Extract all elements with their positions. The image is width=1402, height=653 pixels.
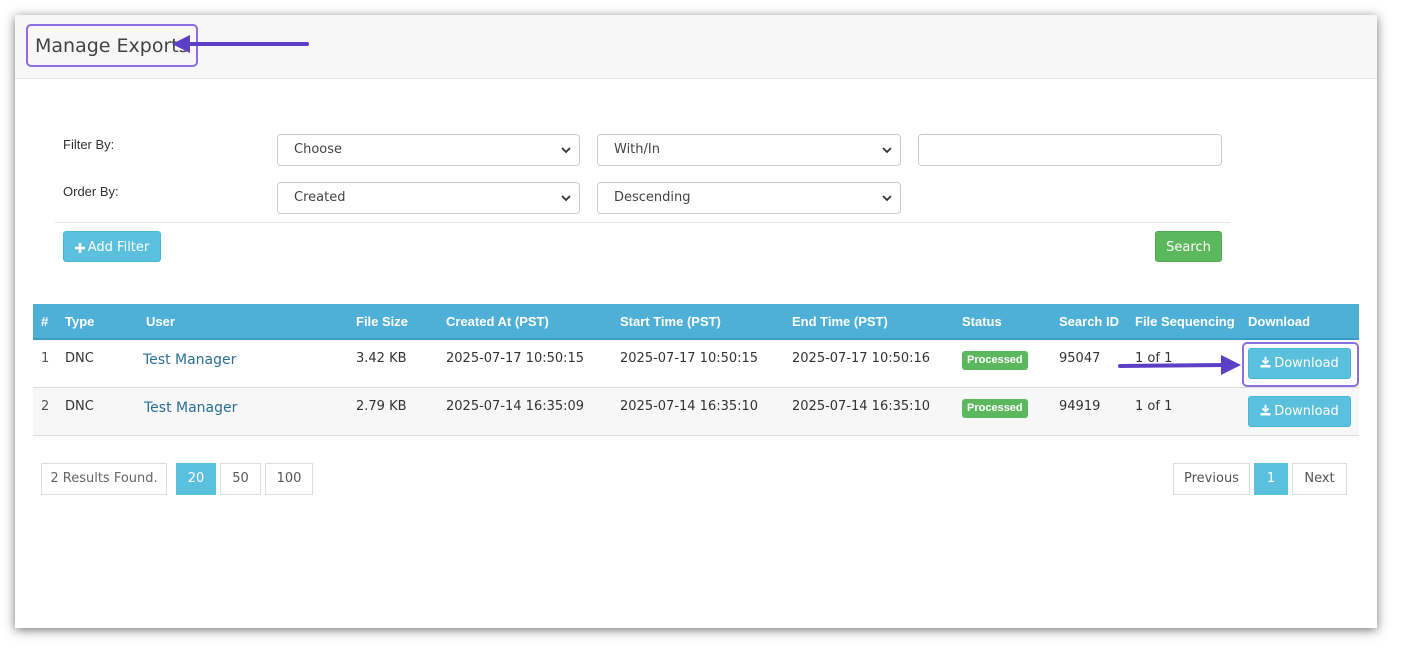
column-header-status: Status [962,314,1002,329]
annotation-arrow-icon [172,35,309,53]
chevron-down-icon [561,195,571,202]
filter-value-input[interactable] [918,134,1222,166]
table-header: # Type User File Size Created At (PST) S… [33,304,1359,340]
order-field-select[interactable]: Created [277,182,580,214]
download-highlight-box [1242,342,1359,387]
next-page-button[interactable]: Next [1292,463,1347,495]
chevron-down-icon [882,147,892,154]
page-size-50[interactable]: 50 [220,463,261,495]
column-header-search-id: Search ID [1059,314,1119,329]
status-badge: Processed [962,399,1028,418]
row-index: 2 [41,399,50,414]
order-field-value: Created [294,190,346,205]
row-user-link[interactable]: Test Manager [143,352,236,368]
row-end-time: 2025-07-14 16:35:10 [792,399,931,414]
row-search-id: 94919 [1059,399,1101,414]
page-size-20[interactable]: 20 [176,463,216,495]
chevron-down-icon [561,147,571,154]
chevron-down-icon [882,195,892,202]
column-header-file-sequencing: File Sequencing [1135,314,1235,329]
download-button[interactable]: Download [1248,396,1351,427]
row-type: DNC [65,351,94,366]
filter-by-label: Filter By: [63,137,115,152]
download-label: Download [1274,404,1339,419]
row-start-time: 2025-07-17 10:50:15 [620,351,759,366]
row-file-size: 3.42 KB [356,351,407,366]
page-size-100[interactable]: 100 [265,463,313,495]
row-created-at: 2025-07-17 10:50:15 [446,351,585,366]
column-header-file-size: File Size [356,314,409,329]
panel-header: Manage Exports [15,15,1377,79]
row-user-link[interactable]: Test Manager [144,400,237,416]
download-icon [1260,405,1271,416]
filter-field-select[interactable]: Choose [277,134,580,166]
add-filter-button[interactable]: Add Filter [63,231,161,262]
row-end-time: 2025-07-17 10:50:16 [792,351,931,366]
manage-exports-panel: Manage Exports Filter By: Order By: Choo… [15,15,1377,628]
annotation-arrow-icon [1118,355,1241,375]
row-index: 1 [41,351,50,366]
plus-icon [74,242,85,253]
search-label: Search [1166,240,1211,255]
column-header-start-time: Start Time (PST) [620,314,721,329]
filter-operator-select[interactable]: With/In [597,134,901,166]
filter-divider [55,222,1230,223]
order-direction-select[interactable]: Descending [597,182,901,214]
column-header-index: # [41,314,49,329]
search-button[interactable]: Search [1155,231,1222,262]
column-header-type: Type [65,314,95,329]
add-filter-label: Add Filter [87,240,150,255]
status-badge: Processed [962,351,1028,370]
table-row: 2 DNC Test Manager 2.79 KB 2025-07-14 16… [33,388,1359,436]
row-start-time: 2025-07-14 16:35:10 [620,399,759,414]
current-page-button[interactable]: 1 [1254,463,1288,495]
column-header-user: User [146,314,175,329]
column-header-end-time: End Time (PST) [792,314,888,329]
filter-operator-value: With/In [614,142,660,157]
order-direction-value: Descending [614,190,691,205]
filter-field-value: Choose [294,142,342,157]
order-by-label: Order By: [63,184,119,199]
column-header-created-at: Created At (PST) [446,314,549,329]
row-search-id: 95047 [1059,351,1101,366]
row-file-sequencing: 1 of 1 [1135,399,1173,414]
row-created-at: 2025-07-14 16:35:09 [446,399,585,414]
column-header-download: Download [1248,314,1311,329]
row-file-size: 2.79 KB [356,399,407,414]
results-found: 2 Results Found. [41,463,167,495]
row-type: DNC [65,399,94,414]
previous-page-button[interactable]: Previous [1173,463,1250,495]
